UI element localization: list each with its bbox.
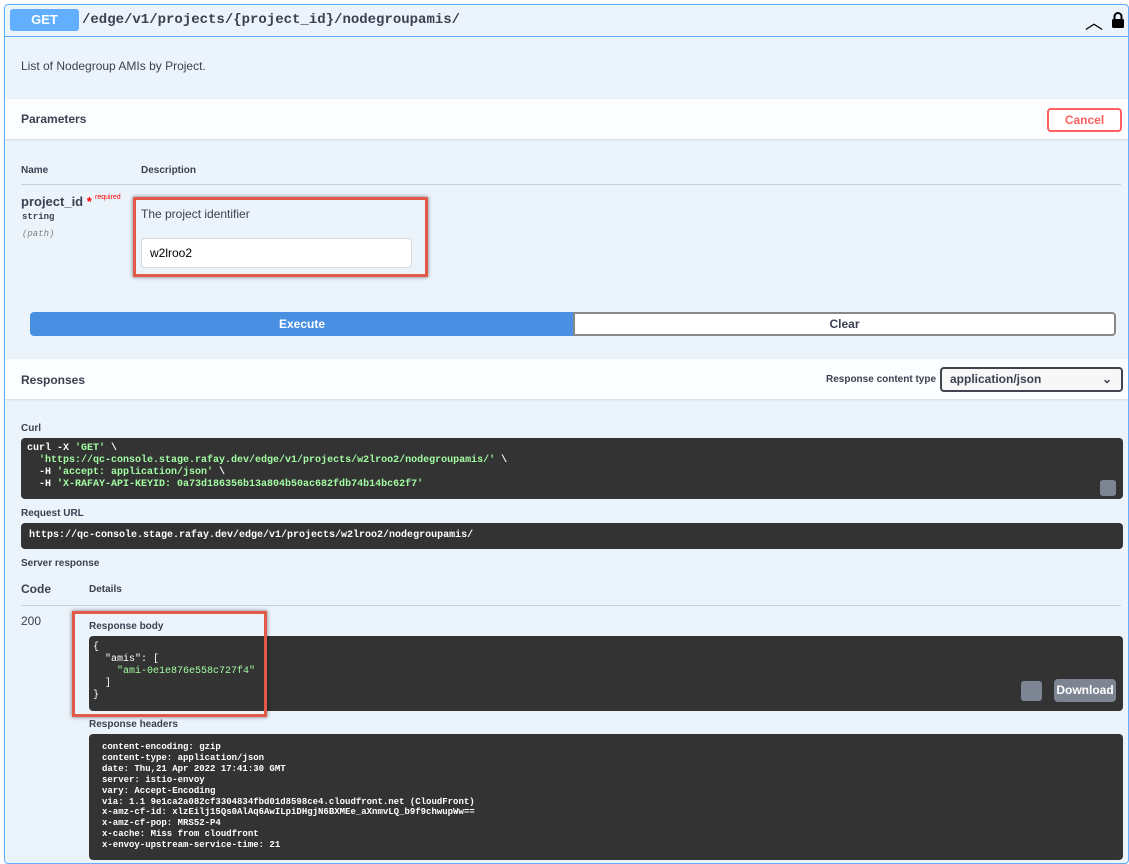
divider: [21, 605, 1121, 606]
response-body-block: { "amis": [ "ami-0e1e876e558c727f4" ] }: [89, 636, 1123, 711]
header-line: x-envoy-upstream-service-time: 21: [102, 840, 281, 851]
content-type-label: Response content type: [826, 374, 937, 385]
curl-block: curl -X 'GET' \ 'https://qc-console.stag…: [21, 438, 1123, 499]
server-response-label: Server response: [21, 558, 100, 569]
details-col-header: Details: [89, 584, 122, 595]
lock-icon[interactable]: [1111, 12, 1125, 28]
col-description-header: Description: [141, 165, 197, 176]
operation-description: List of Nodegroup AMIs by Project.: [21, 59, 206, 73]
chevron-up-icon[interactable]: ︿: [1085, 9, 1103, 35]
param-type: string: [22, 212, 55, 222]
copy-response-icon[interactable]: [1021, 681, 1042, 701]
cancel-button[interactable]: Cancel: [1047, 108, 1122, 132]
content-type-select[interactable]: application/json ⌄: [940, 367, 1123, 392]
responses-title: Responses: [21, 373, 86, 387]
chevron-down-icon: ⌄: [1101, 372, 1112, 386]
parameters-title: Parameters: [21, 112, 87, 126]
header-line: vary: Accept-Encoding: [102, 785, 216, 796]
operation-summary[interactable]: GET /edge/v1/projects/{project_id}/nodeg…: [5, 5, 1128, 37]
operation-block: GET /edge/v1/projects/{project_id}/nodeg…: [4, 4, 1129, 864]
param-name: project_id *: [21, 194, 92, 209]
header-line: content-encoding: gzip: [102, 742, 221, 752]
curl-label: Curl: [21, 423, 41, 434]
request-url-label: Request URL: [21, 508, 84, 519]
param-description: The project identifier: [141, 207, 250, 221]
header-line: x-cache: Miss from cloudfront: [102, 829, 259, 840]
col-name-header: Name: [21, 165, 49, 176]
endpoint-path: /edge/v1/projects/{project_id}/nodegroup…: [82, 12, 461, 28]
response-body-label: Response body: [89, 621, 164, 632]
parameters-header: Parameters: [5, 99, 1128, 139]
required-star: *: [86, 194, 92, 209]
param-location: (path): [22, 229, 55, 239]
header-line: via: 1.1 9e1ca2a082cf3304834fbd01d8598ce…: [102, 796, 475, 807]
code-col-header: Code: [21, 582, 51, 596]
copy-curl-icon[interactable]: [1100, 480, 1116, 496]
response-headers-label: Response headers: [89, 719, 178, 730]
required-label: required: [95, 194, 121, 201]
download-button[interactable]: Download: [1054, 679, 1116, 702]
status-code: 200: [21, 614, 42, 628]
divider: [21, 184, 1121, 185]
request-url-block: https://qc-console.stage.rafay.dev/edge/…: [21, 523, 1123, 549]
clear-button[interactable]: Clear: [573, 312, 1116, 336]
response-headers-block: content-encoding: gzip content-type: appl…: [89, 734, 1123, 860]
method-badge: GET: [10, 9, 79, 31]
content-type-value: application/json: [950, 372, 1042, 386]
header-line: x-amz-cf-id: xlzEilj15Qs0AlAq6AwILpiDHgj…: [102, 807, 475, 818]
header-line: server: istio-envoy: [102, 774, 205, 785]
header-line: content-type: application/json: [102, 752, 265, 763]
project-id-input[interactable]: w2lroo2: [141, 238, 412, 268]
header-line: x-amz-cf-pop: MRS52-P4: [102, 818, 221, 829]
header-line: date: Thu,21 Apr 2022 17:41:30 GMT: [102, 763, 286, 774]
execute-button[interactable]: Execute: [30, 312, 574, 336]
